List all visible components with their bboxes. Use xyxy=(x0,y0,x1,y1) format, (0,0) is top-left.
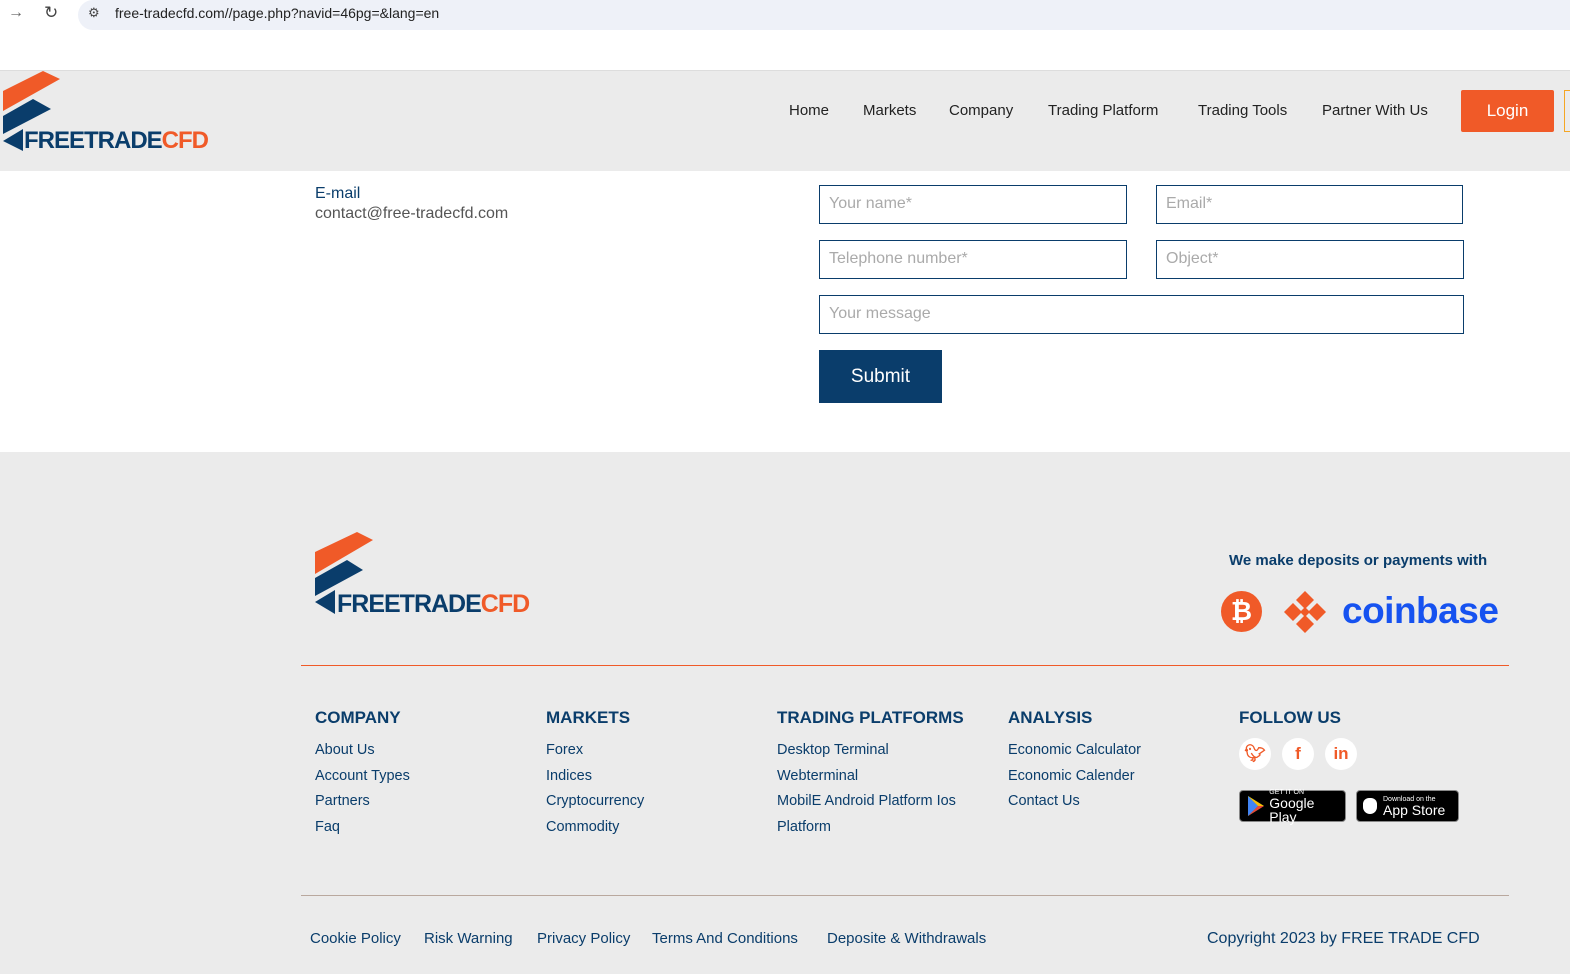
link-forex[interactable]: Forex xyxy=(546,738,644,764)
link-privacy-policy[interactable]: Privacy Policy xyxy=(537,930,630,947)
nav-markets[interactable]: Markets xyxy=(863,102,916,119)
link-faq[interactable]: Faq xyxy=(315,815,410,841)
copyright: Copyright 2023 by FREE TRADE CFD xyxy=(1207,930,1480,947)
link-economic-calculator[interactable]: Economic Calculator xyxy=(1008,738,1141,764)
message-input[interactable]: Your message xyxy=(819,295,1464,334)
link-terms[interactable]: Terms And Conditions xyxy=(652,930,798,947)
site-logo[interactable]: FREETRADECFD xyxy=(3,71,213,161)
link-cookie-policy[interactable]: Cookie Policy xyxy=(310,930,401,947)
link-contact-us[interactable]: Contact Us xyxy=(1008,789,1141,815)
email-label: E-mail xyxy=(315,185,361,202)
nav-partner[interactable]: Partner With Us xyxy=(1322,102,1428,119)
email-value[interactable]: contact@free-tradecfd.com xyxy=(315,205,508,223)
link-cryptocurrency[interactable]: Cryptocurrency xyxy=(546,789,644,815)
link-mobile-platform[interactable]: MobilE Android Platform Ios xyxy=(777,789,964,815)
coinbase-logo: coinbase xyxy=(1342,590,1499,631)
google-play-button[interactable]: GET IT ON Google Play xyxy=(1239,789,1346,824)
twitter-icon[interactable]: 🐦︎ xyxy=(1239,738,1271,770)
link-indices[interactable]: Indices xyxy=(546,764,644,790)
login-button[interactable]: Login xyxy=(1461,90,1554,132)
link-desktop-terminal[interactable]: Desktop Terminal xyxy=(777,738,964,764)
payments-label: We make deposits or payments with xyxy=(1229,552,1488,569)
link-partners[interactable]: Partners xyxy=(315,789,410,815)
link-about-us[interactable]: About Us xyxy=(315,738,410,764)
nav-trading-tools[interactable]: Trading Tools xyxy=(1198,102,1287,119)
reload-icon[interactable]: ↻ xyxy=(44,3,58,23)
column-title: MARKETS xyxy=(546,708,631,727)
link-account-types[interactable]: Account Types xyxy=(315,764,410,790)
link-economic-calender[interactable]: Economic Calender xyxy=(1008,764,1141,790)
site-settings-icon[interactable]: ⚙ xyxy=(88,5,100,21)
column-title: ANALYSIS xyxy=(1008,708,1093,727)
google-play-icon xyxy=(1248,796,1264,816)
url-text[interactable]: free-tradecfd.com//page.php?navid=46pg=&… xyxy=(115,5,439,21)
link-risk-warning[interactable]: Risk Warning xyxy=(424,930,513,947)
column-title: FOLLOW US xyxy=(1239,708,1341,727)
link-commodity[interactable]: Commodity xyxy=(546,815,644,841)
footer-col-follow: FOLLOW US 🐦︎ f in xyxy=(1239,708,1368,770)
footer-col-platforms: TRADING PLATFORMS Desktop Terminal Webte… xyxy=(777,708,964,841)
browser-toolbar: → ↻ ⚙ free-tradecfd.com//page.php?navid=… xyxy=(0,0,1570,30)
bitcoin-icon: ₿ xyxy=(1221,591,1262,632)
footer-col-markets: MARKETS Forex Indices Cryptocurrency Com… xyxy=(546,708,644,841)
forward-icon[interactable]: → xyxy=(8,4,24,22)
nav-home[interactable]: Home xyxy=(789,102,829,119)
site-header: FREETRADECFD Home Markets Company Tradin… xyxy=(0,70,1570,171)
facebook-icon[interactable]: f xyxy=(1282,738,1314,770)
link-deposits[interactable]: Deposite & Withdrawals xyxy=(827,930,986,947)
link-webterminal[interactable]: Webterminal xyxy=(777,764,964,790)
nav-company[interactable]: Company xyxy=(949,102,1013,119)
link-platform[interactable]: Platform xyxy=(777,815,964,841)
bottom-divider xyxy=(301,895,1509,896)
register-button-edge[interactable] xyxy=(1564,90,1570,132)
nav-trading-platform[interactable]: Trading Platform xyxy=(1048,102,1158,119)
column-title: TRADING PLATFORMS xyxy=(777,708,964,727)
linkedin-icon[interactable]: in xyxy=(1325,738,1357,770)
logo-text: FREETRADECFD xyxy=(24,127,209,154)
footer-col-analysis: ANALYSIS Economic Calculator Economic Ca… xyxy=(1008,708,1141,815)
footer-divider xyxy=(301,665,1509,666)
object-input[interactable]: Object* xyxy=(1156,240,1464,279)
app-store-button[interactable]: Download on the App Store xyxy=(1356,790,1459,822)
footer-col-company: COMPANY About Us Account Types Partners … xyxy=(315,708,410,841)
binance-icon xyxy=(1284,591,1326,633)
footer-logo[interactable]: FREETRADECFD xyxy=(315,532,530,618)
name-input[interactable]: Your name* xyxy=(819,185,1127,224)
email-input[interactable]: Email* xyxy=(1156,185,1463,224)
phone-input[interactable]: Telephone number* xyxy=(819,240,1127,279)
submit-button[interactable]: Submit xyxy=(819,350,942,403)
column-title: COMPANY xyxy=(315,708,401,727)
